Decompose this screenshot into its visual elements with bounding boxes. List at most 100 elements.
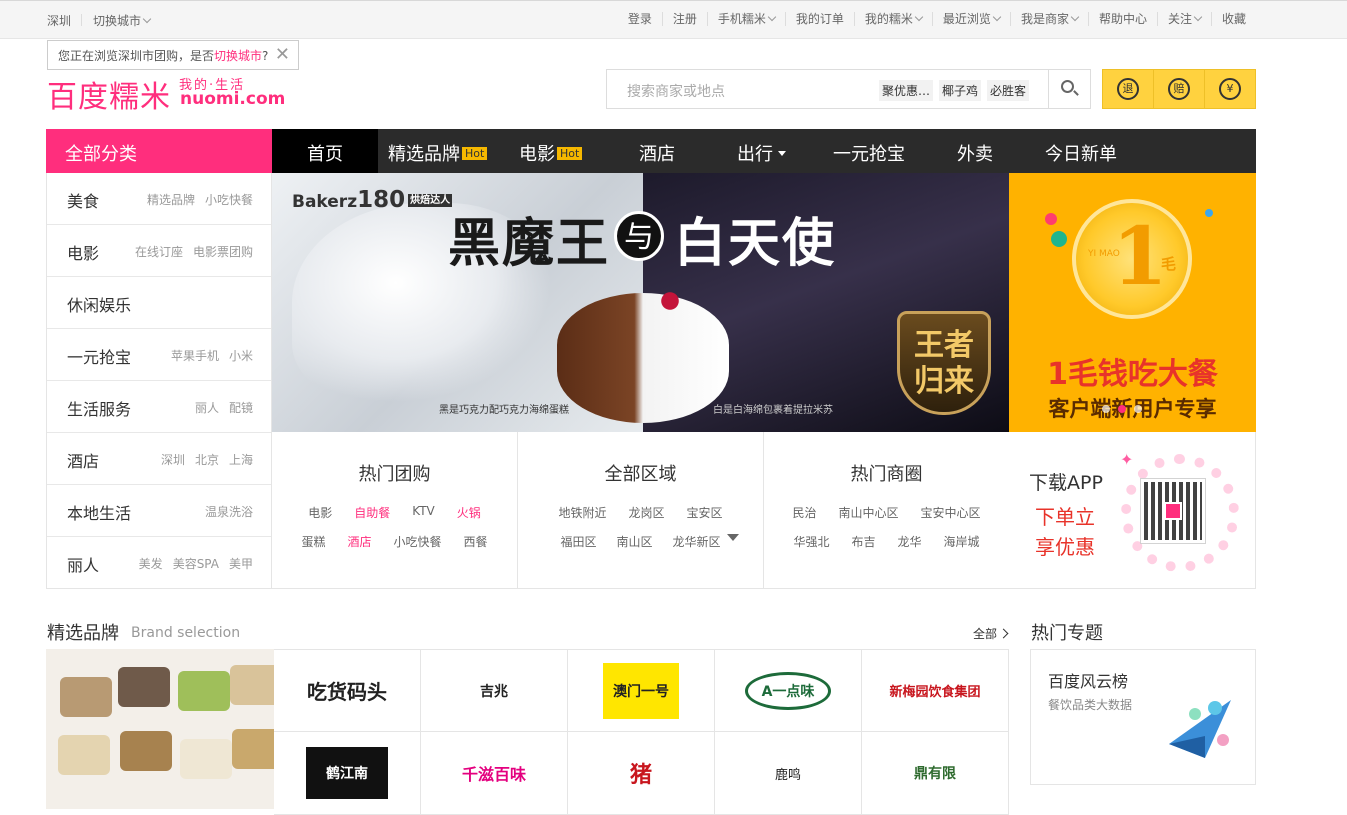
brand-logo[interactable]: 吉兆 (421, 649, 568, 732)
category-entertainment[interactable]: 休闲娱乐 (47, 277, 271, 329)
brand-logo[interactable]: 猪 (568, 732, 715, 815)
carousel-dot[interactable] (1102, 405, 1110, 413)
deal-link[interactable]: 小吃快餐 (394, 533, 442, 550)
all-categories-button[interactable]: 全部分类 (46, 129, 272, 173)
category-local-life[interactable]: 本地生活 温泉洗浴 (47, 485, 271, 537)
category-sub-link[interactable]: 北京 (195, 451, 219, 468)
brand-logo[interactable]: 新梅园饮食集团 (862, 649, 1009, 732)
hot-word[interactable]: 椰子鸡 (939, 80, 982, 101)
category-hotel[interactable]: 酒店 深圳 北京 上海 (47, 433, 271, 485)
deal-link[interactable]: 自助餐 (354, 504, 390, 521)
district-link[interactable]: 宝安中心区 (921, 504, 981, 521)
area-link[interactable]: 地铁附近 (558, 504, 606, 521)
nav-new-deals[interactable]: 今日新单 (1045, 140, 1117, 166)
carousel-dot-active[interactable] (1118, 405, 1126, 413)
carousel-dot[interactable] (1134, 405, 1142, 413)
app-download-box[interactable]: ✦ 下载APP 下单立 享优惠 (1009, 432, 1256, 589)
compensation-badge[interactable]: 赔 (1153, 70, 1204, 108)
category-movie[interactable]: 电影 在线订座 电影票团购 (47, 225, 271, 277)
nav-one-yuan[interactable]: 一元抢宝 (833, 140, 905, 166)
promo-banner[interactable]: YI MAO 1 毛 1毛钱吃大餐 客户端新用户专享 (1009, 173, 1256, 432)
deal-link[interactable]: KTV (412, 504, 434, 521)
area-link[interactable]: 宝安区 (687, 504, 723, 521)
hot-topic-card[interactable]: 百度风云榜 餐饮品类大数据 (1030, 649, 1256, 785)
deal-link[interactable]: 西餐 (464, 533, 488, 550)
banner-caption-right: 白是白海绵包裹着提拉米苏 (713, 405, 833, 416)
brand-logo[interactable]: A一点味 (715, 649, 862, 732)
refund-badge[interactable]: 退 (1103, 70, 1153, 108)
login-link[interactable]: 登录 (618, 12, 662, 26)
category-one-yuan[interactable]: 一元抢宝 苹果手机 小米 (47, 329, 271, 381)
site-logo[interactable]: 百度糯米 我的·生活 nuomi.com (47, 72, 285, 115)
district-link[interactable]: 华强北 (793, 533, 829, 550)
district-link[interactable]: 民治 (792, 504, 816, 521)
district-link[interactable]: 南山中心区 (838, 504, 898, 521)
deal-link[interactable]: 电影 (308, 504, 332, 521)
brand-logo[interactable]: 鹿鸣 (715, 732, 862, 815)
brand-logo[interactable]: 澳门一号 (568, 649, 715, 732)
promo-headline: 1毛钱吃大餐 (1047, 357, 1218, 392)
search-input[interactable]: 搜索商家或地点 (627, 81, 725, 101)
brand-feature-image[interactable] (46, 649, 274, 809)
mobile-nuomi-link[interactable]: 手机糯米 (706, 12, 785, 26)
category-sub-link[interactable]: 电影票团购 (193, 243, 253, 260)
area-link[interactable]: 南山区 (616, 533, 652, 550)
district-link[interactable]: 布吉 (851, 533, 875, 550)
expand-arrow-icon[interactable] (727, 534, 739, 541)
city-tip-switch-link[interactable]: 切换城市 (214, 49, 262, 63)
merchant-link[interactable]: 我是商家 (1009, 12, 1088, 26)
category-beauty[interactable]: 丽人 美发 美容SPA 美甲 (47, 537, 271, 589)
hot-word[interactable]: 聚优惠… (879, 80, 934, 101)
nav-hotels[interactable]: 酒店 (639, 140, 675, 166)
category-life-service[interactable]: 生活服务 丽人 配镜 (47, 381, 271, 433)
area-link[interactable]: 龙华新区 (673, 533, 721, 550)
category-sub-link[interactable]: 小米 (229, 347, 253, 364)
follow-link[interactable]: 关注 (1156, 12, 1211, 26)
category-sub-link[interactable]: 深圳 (161, 451, 185, 468)
category-sub-link[interactable]: 精选品牌 (147, 191, 195, 208)
switch-city-link[interactable]: 切换城市 (93, 12, 152, 29)
category-sub-link[interactable]: 小吃快餐 (205, 191, 253, 208)
favorite-link[interactable]: 收藏 (1210, 12, 1256, 26)
district-link[interactable]: 龙华 (898, 533, 922, 550)
category-sub-link[interactable]: 美甲 (229, 555, 253, 572)
app-promo-line1: 下单立 (1035, 505, 1095, 529)
category-sub-link[interactable]: 美发 (139, 555, 163, 572)
recent-views-link[interactable]: 最近浏览 (931, 12, 1010, 26)
district-link[interactable]: 海岸城 (944, 533, 980, 550)
chevron-down-icon (914, 12, 924, 22)
my-orders-link[interactable]: 我的订单 (784, 12, 854, 26)
area-link[interactable]: 福田区 (560, 533, 596, 550)
help-center-link[interactable]: 帮助中心 (1087, 12, 1157, 26)
area-link[interactable]: 龙岗区 (628, 504, 664, 521)
nav-movies[interactable]: 电影 Hot (519, 140, 583, 166)
brand-logo[interactable]: 鹤江南 (274, 732, 421, 815)
price-badge[interactable]: ¥ (1204, 70, 1255, 108)
category-food[interactable]: 美食 精选品牌 小吃快餐 (47, 173, 271, 225)
category-sub-link[interactable]: 在线订座 (135, 243, 183, 260)
close-icon[interactable]: ✕ (275, 46, 290, 64)
category-sub-link[interactable]: 配镜 (229, 399, 253, 416)
nav-travel[interactable]: 出行 (737, 140, 786, 166)
brand-logo[interactable]: 千滋百味 (421, 732, 568, 815)
brand-all-link[interactable]: 全部 (973, 625, 1009, 642)
hot-word[interactable]: 必胜客 (987, 80, 1030, 101)
deal-link[interactable]: 蛋糕 (301, 533, 325, 550)
category-sub-link[interactable]: 上海 (229, 451, 253, 468)
brand-logo[interactable]: 鼎有限 (862, 732, 1009, 815)
brand-logo[interactable]: 吃货码头 (274, 649, 421, 732)
deal-link[interactable]: 火锅 (457, 504, 481, 521)
nav-takeout[interactable]: 外卖 (957, 140, 993, 166)
register-link[interactable]: 注册 (661, 12, 707, 26)
category-sub-link[interactable]: 美容SPA (173, 555, 219, 572)
main-banner[interactable]: Bakerz180 烘焙达人 黑魔王 与 白天使 王者 归来 黑是巧克力配巧克力海绵… (272, 173, 1009, 432)
my-nuomi-link[interactable]: 我的糯米 (853, 12, 932, 26)
category-sub-link[interactable]: 苹果手机 (171, 347, 219, 364)
search-button[interactable] (1048, 70, 1090, 108)
nav-home[interactable]: 首页 (272, 129, 378, 173)
category-sub-link[interactable]: 丽人 (195, 399, 219, 416)
category-sub-link[interactable]: 温泉洗浴 (205, 503, 253, 520)
chevron-right-icon (998, 628, 1009, 639)
deal-link[interactable]: 酒店 (347, 533, 371, 550)
nav-brands[interactable]: 精选品牌 Hot (388, 140, 488, 166)
